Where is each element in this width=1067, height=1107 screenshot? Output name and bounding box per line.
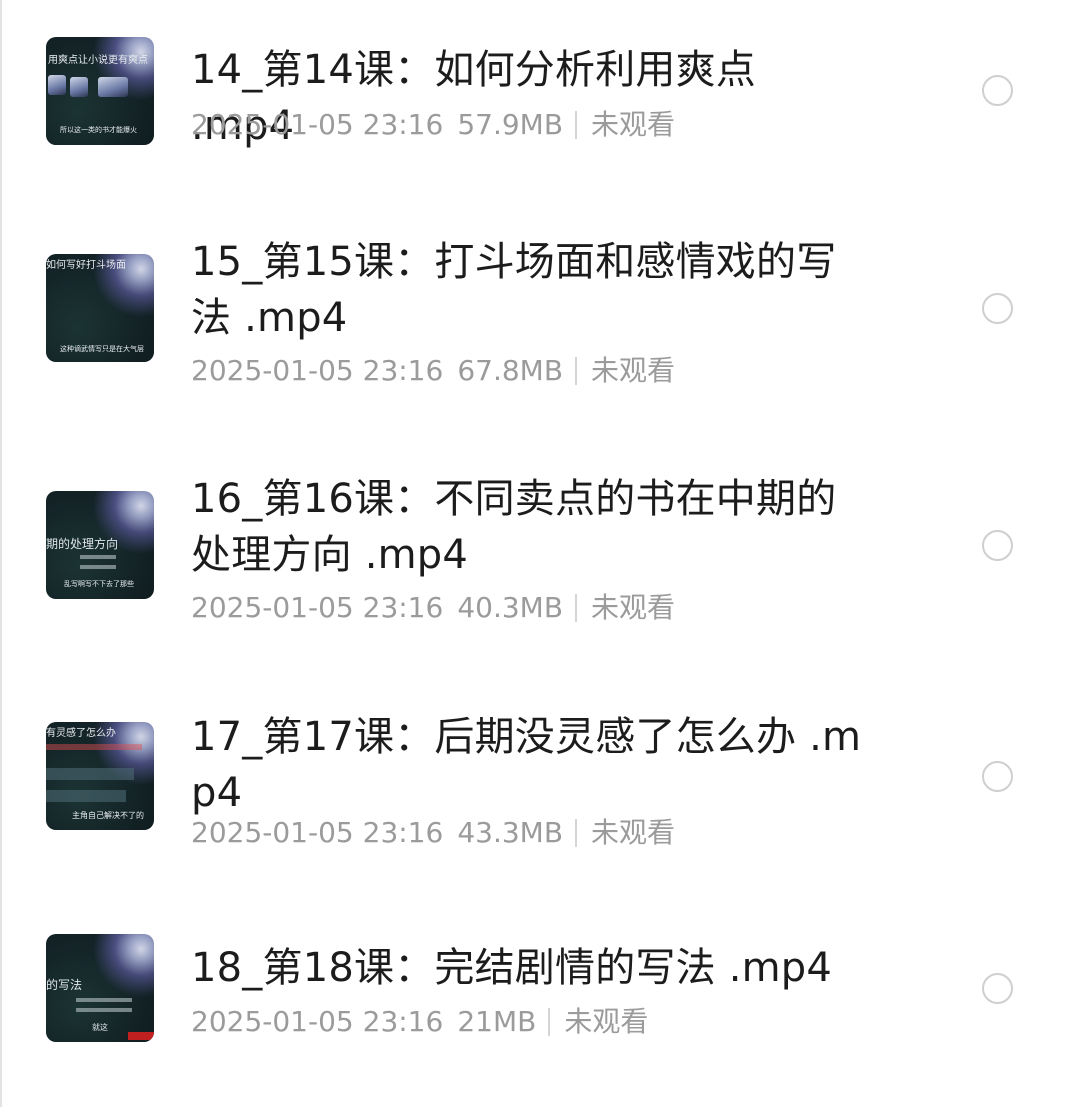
thumbnail-caption: 主角自己解决不了的 xyxy=(72,811,144,820)
meta-separator xyxy=(575,357,578,385)
file-size: 67.8MB xyxy=(457,354,564,387)
file-meta: 2025-01-05 23:16 67.8MB 未观看 xyxy=(191,353,675,389)
thumbnail-caption: 就这 xyxy=(92,1023,108,1032)
file-title[interactable]: 18_第18课：完结剧情的写法 .mp4 xyxy=(191,940,871,996)
file-meta: 2025-01-05 23:16 57.9MB 未观看 xyxy=(191,107,675,143)
thumbnail-caption: 这种谪武情写只是在大气层 xyxy=(60,345,144,353)
file-meta: 2025-01-05 23:16 43.3MB 未观看 xyxy=(191,815,675,851)
file-title[interactable]: 15_第15课：打斗场面和感情戏的写法 .mp4 xyxy=(191,234,861,346)
thumbnail-badge xyxy=(128,1032,154,1040)
file-title[interactable]: 17_第17课：后期没灵感了怎么办 .mp4 xyxy=(191,709,881,821)
file-date: 2025-01-05 23:16 xyxy=(191,1005,444,1038)
video-thumbnail: 用爽点让小说更有爽点 所以这一类的书才能爆火 xyxy=(46,37,154,145)
meta-separator xyxy=(575,594,578,622)
file-size: 57.9MB xyxy=(457,108,564,141)
meta-separator xyxy=(575,111,578,139)
watch-status: 未观看 xyxy=(564,1005,649,1038)
thumbnail-bullet xyxy=(76,1008,132,1012)
watch-status: 未观看 xyxy=(591,816,676,849)
thumbnail-caption: 乱写啊写不下去了那些 xyxy=(64,580,134,588)
video-thumbnail: 的写法 就这 xyxy=(46,934,154,1042)
thumbnail-heading: 期的处理方向 xyxy=(46,537,119,551)
thumbnail-row xyxy=(46,744,142,750)
thumbnail-heading: 有灵感了怎么办 xyxy=(46,728,116,739)
radio-unchecked-icon[interactable] xyxy=(982,973,1013,1004)
file-date: 2025-01-05 23:16 xyxy=(191,108,444,141)
video-thumbnail: 如何写好打斗场面 这种谪武情写只是在大气层 xyxy=(46,254,154,362)
radio-unchecked-icon[interactable] xyxy=(982,761,1013,792)
meta-separator xyxy=(575,819,578,847)
file-size: 40.3MB xyxy=(457,591,564,624)
thumbnail-heading: 如何写好打斗场面 xyxy=(46,260,126,271)
thumbnail-caption: 所以这一类的书才能爆火 xyxy=(60,126,137,134)
thumbnail-row xyxy=(46,768,134,780)
radio-unchecked-icon[interactable] xyxy=(982,293,1013,324)
thumbnail-bullet xyxy=(80,555,116,559)
file-meta: 2025-01-05 23:16 21MB 未观看 xyxy=(191,1004,648,1040)
thumbnail-row xyxy=(46,790,126,802)
thumbnail-figure xyxy=(98,77,128,97)
file-list: 用爽点让小说更有爽点 所以这一类的书才能爆火 14_第14课：如何分析利用爽点 … xyxy=(0,0,1067,1107)
radio-unchecked-icon[interactable] xyxy=(982,530,1013,561)
radio-unchecked-icon[interactable] xyxy=(982,75,1013,106)
file-size: 43.3MB xyxy=(457,816,564,849)
video-thumbnail: 期的处理方向 乱写啊写不下去了那些 xyxy=(46,491,154,599)
thumbnail-bullet xyxy=(76,998,132,1002)
thumbnail-heading: 的写法 xyxy=(46,978,83,992)
watch-status: 未观看 xyxy=(591,354,676,387)
file-date: 2025-01-05 23:16 xyxy=(191,354,444,387)
file-date: 2025-01-05 23:16 xyxy=(191,816,444,849)
meta-separator xyxy=(548,1008,551,1036)
file-meta: 2025-01-05 23:16 40.3MB 未观看 xyxy=(191,590,675,626)
file-title[interactable]: 16_第16课：不同卖点的书在中期的处理方向 .mp4 xyxy=(191,471,861,583)
watch-status: 未观看 xyxy=(591,591,676,624)
thumbnail-figure xyxy=(48,75,66,95)
watch-status: 未观看 xyxy=(591,108,676,141)
file-size: 21MB xyxy=(457,1005,537,1038)
thumbnail-figure xyxy=(70,77,88,97)
video-thumbnail: 有灵感了怎么办 主角自己解决不了的 xyxy=(46,722,154,830)
thumbnail-bullet xyxy=(80,565,116,569)
thumbnail-heading: 用爽点让小说更有爽点 xyxy=(48,55,148,66)
file-date: 2025-01-05 23:16 xyxy=(191,591,444,624)
